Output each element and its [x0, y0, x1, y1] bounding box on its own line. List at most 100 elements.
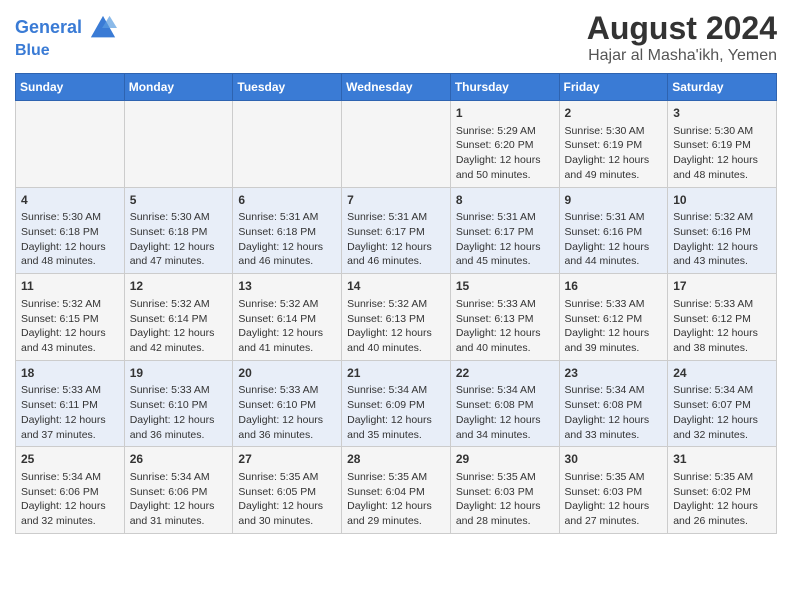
calendar-cell: 20Sunrise: 5:33 AMSunset: 6:10 PMDayligh…: [233, 360, 342, 447]
day-info: and 33 minutes.: [565, 428, 663, 443]
day-info: Sunrise: 5:34 AM: [130, 470, 228, 485]
day-info: Daylight: 12 hours: [21, 413, 119, 428]
logo: General Blue: [15, 14, 117, 60]
day-header-thursday: Thursday: [450, 74, 559, 101]
day-info: and 42 minutes.: [130, 341, 228, 356]
day-number: 24: [673, 365, 771, 382]
day-info: Sunrise: 5:35 AM: [673, 470, 771, 485]
day-info: Sunset: 6:04 PM: [347, 485, 445, 500]
day-info: Sunrise: 5:31 AM: [238, 210, 336, 225]
day-info: Daylight: 12 hours: [456, 240, 554, 255]
calendar-cell: 5Sunrise: 5:30 AMSunset: 6:18 PMDaylight…: [124, 187, 233, 274]
day-info: and 39 minutes.: [565, 341, 663, 356]
calendar-cell: 23Sunrise: 5:34 AMSunset: 6:08 PMDayligh…: [559, 360, 668, 447]
day-info: Sunrise: 5:34 AM: [565, 383, 663, 398]
day-info: and 48 minutes.: [21, 254, 119, 269]
day-info: Sunset: 6:16 PM: [565, 225, 663, 240]
calendar-cell: 24Sunrise: 5:34 AMSunset: 6:07 PMDayligh…: [668, 360, 777, 447]
day-info: Daylight: 12 hours: [347, 499, 445, 514]
logo-text: General: [15, 14, 117, 42]
day-info: Daylight: 12 hours: [130, 413, 228, 428]
day-number: 16: [565, 278, 663, 295]
day-number: 10: [673, 192, 771, 209]
day-info: Sunset: 6:20 PM: [456, 138, 554, 153]
day-info: Sunset: 6:17 PM: [347, 225, 445, 240]
day-info: Sunset: 6:10 PM: [130, 398, 228, 413]
day-info: Daylight: 12 hours: [673, 240, 771, 255]
day-info: Daylight: 12 hours: [130, 326, 228, 341]
day-number: 23: [565, 365, 663, 382]
day-info: and 50 minutes.: [456, 168, 554, 183]
day-info: and 38 minutes.: [673, 341, 771, 356]
page-header: General Blue August 2024 Hajar al Masha'…: [15, 10, 777, 65]
day-info: and 26 minutes.: [673, 514, 771, 529]
day-info: Sunset: 6:06 PM: [21, 485, 119, 500]
calendar-week-row: 11Sunrise: 5:32 AMSunset: 6:15 PMDayligh…: [16, 274, 777, 361]
day-info: Sunrise: 5:30 AM: [130, 210, 228, 225]
day-number: 27: [238, 451, 336, 468]
day-info: and 49 minutes.: [565, 168, 663, 183]
calendar-cell: 11Sunrise: 5:32 AMSunset: 6:15 PMDayligh…: [16, 274, 125, 361]
day-number: 2: [565, 105, 663, 122]
day-number: 4: [21, 192, 119, 209]
day-info: and 40 minutes.: [456, 341, 554, 356]
calendar-table: SundayMondayTuesdayWednesdayThursdayFrid…: [15, 73, 777, 534]
day-info: Sunrise: 5:30 AM: [673, 124, 771, 139]
day-info: Daylight: 12 hours: [673, 326, 771, 341]
day-info: Sunset: 6:02 PM: [673, 485, 771, 500]
day-info: Sunset: 6:18 PM: [238, 225, 336, 240]
day-info: Sunset: 6:08 PM: [456, 398, 554, 413]
day-info: Daylight: 12 hours: [347, 240, 445, 255]
day-number: 20: [238, 365, 336, 382]
day-header-friday: Friday: [559, 74, 668, 101]
day-info: Sunrise: 5:34 AM: [456, 383, 554, 398]
day-info: and 28 minutes.: [456, 514, 554, 529]
day-info: Daylight: 12 hours: [238, 413, 336, 428]
day-info: and 30 minutes.: [238, 514, 336, 529]
day-number: 13: [238, 278, 336, 295]
day-info: Sunrise: 5:33 AM: [456, 297, 554, 312]
calendar-cell: 22Sunrise: 5:34 AMSunset: 6:08 PMDayligh…: [450, 360, 559, 447]
calendar-cell: 17Sunrise: 5:33 AMSunset: 6:12 PMDayligh…: [668, 274, 777, 361]
day-info: Sunset: 6:17 PM: [456, 225, 554, 240]
day-info: Sunrise: 5:32 AM: [21, 297, 119, 312]
day-info: and 27 minutes.: [565, 514, 663, 529]
calendar-cell: 16Sunrise: 5:33 AMSunset: 6:12 PMDayligh…: [559, 274, 668, 361]
day-info: and 32 minutes.: [673, 428, 771, 443]
day-info: Sunset: 6:19 PM: [673, 138, 771, 153]
day-number: 15: [456, 278, 554, 295]
day-number: 25: [21, 451, 119, 468]
day-info: Sunset: 6:09 PM: [347, 398, 445, 413]
day-number: 31: [673, 451, 771, 468]
day-info: Sunrise: 5:32 AM: [673, 210, 771, 225]
day-number: 12: [130, 278, 228, 295]
day-info: and 36 minutes.: [238, 428, 336, 443]
day-info: Sunrise: 5:30 AM: [565, 124, 663, 139]
day-info: Sunrise: 5:31 AM: [347, 210, 445, 225]
day-info: Daylight: 12 hours: [673, 153, 771, 168]
calendar-cell: 15Sunrise: 5:33 AMSunset: 6:13 PMDayligh…: [450, 274, 559, 361]
day-info: Daylight: 12 hours: [21, 326, 119, 341]
day-number: 9: [565, 192, 663, 209]
day-info: Sunset: 6:18 PM: [21, 225, 119, 240]
day-number: 6: [238, 192, 336, 209]
day-info: Daylight: 12 hours: [21, 499, 119, 514]
day-info: and 29 minutes.: [347, 514, 445, 529]
day-info: Sunrise: 5:30 AM: [21, 210, 119, 225]
day-info: Sunrise: 5:34 AM: [347, 383, 445, 398]
calendar-week-row: 4Sunrise: 5:30 AMSunset: 6:18 PMDaylight…: [16, 187, 777, 274]
day-number: 22: [456, 365, 554, 382]
calendar-cell: 26Sunrise: 5:34 AMSunset: 6:06 PMDayligh…: [124, 447, 233, 534]
day-info: and 40 minutes.: [347, 341, 445, 356]
calendar-cell: 9Sunrise: 5:31 AMSunset: 6:16 PMDaylight…: [559, 187, 668, 274]
calendar-cell: 13Sunrise: 5:32 AMSunset: 6:14 PMDayligh…: [233, 274, 342, 361]
day-number: 30: [565, 451, 663, 468]
day-info: Daylight: 12 hours: [238, 326, 336, 341]
day-info: Daylight: 12 hours: [565, 240, 663, 255]
calendar-cell: 8Sunrise: 5:31 AMSunset: 6:17 PMDaylight…: [450, 187, 559, 274]
day-info: Sunrise: 5:35 AM: [456, 470, 554, 485]
day-info: and 32 minutes.: [21, 514, 119, 529]
calendar-cell: 21Sunrise: 5:34 AMSunset: 6:09 PMDayligh…: [342, 360, 451, 447]
day-info: Sunset: 6:03 PM: [456, 485, 554, 500]
day-info: Sunset: 6:15 PM: [21, 312, 119, 327]
